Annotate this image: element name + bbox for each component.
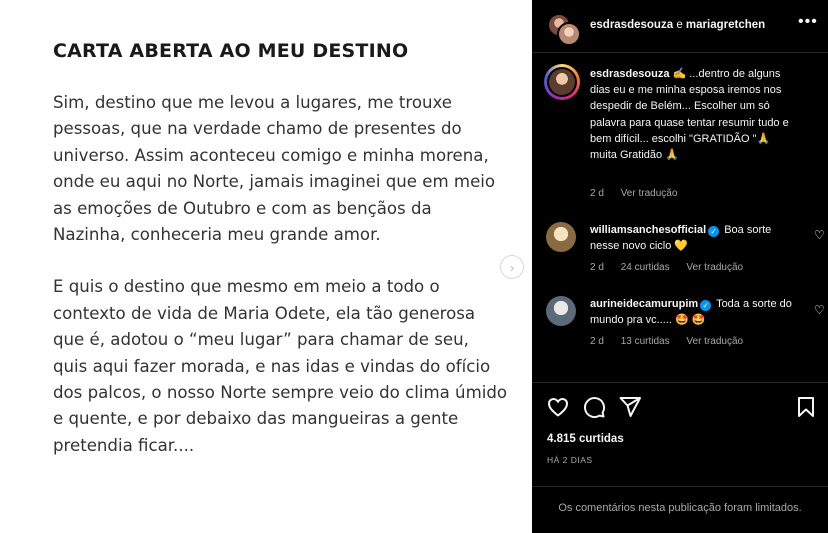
- timestamp: 2 d: [590, 336, 604, 347]
- heart-outline-icon: ♡: [814, 303, 825, 317]
- avatar[interactable]: [544, 64, 580, 100]
- collab-avatars[interactable]: [547, 13, 581, 46]
- post-text: Sim, destino que me levou a lugares, me …: [53, 90, 508, 485]
- comment-icon: [584, 397, 606, 419]
- more-options-button[interactable]: •••: [798, 13, 818, 31]
- send-icon: [619, 397, 641, 417]
- post-paragraph: Sim, destino que me levou a lugares, me …: [53, 93, 496, 245]
- caption-meta: 2 d Ver tradução: [590, 188, 691, 199]
- post-paragraph: E quis o destino que mesmo em meio a tod…: [53, 277, 508, 455]
- translate-link[interactable]: Ver tradução: [686, 262, 743, 273]
- post-date[interactable]: HÁ 2 DIAS: [547, 455, 593, 465]
- save-button[interactable]: [794, 395, 818, 419]
- like-comment-button[interactable]: ♡: [814, 303, 825, 317]
- timestamp: 2 d: [590, 188, 604, 199]
- username-link[interactable]: esdrasdesouza: [590, 19, 673, 31]
- verified-icon: ✓: [708, 226, 720, 237]
- more-horizontal-icon: •••: [798, 13, 818, 30]
- connector-text: e: [676, 19, 683, 31]
- likes-count[interactable]: 4.815 curtidas: [547, 433, 624, 445]
- comment-meta: 2 d 24 curtidas Ver tradução: [590, 262, 757, 273]
- comment-likes[interactable]: 24 curtidas: [621, 262, 670, 273]
- username-link[interactable]: esdrasdesouza: [590, 68, 669, 80]
- bookmark-icon: [798, 397, 814, 417]
- comment-likes[interactable]: 13 curtidas: [621, 336, 670, 347]
- next-slide-button[interactable]: ›: [500, 255, 524, 279]
- chevron-right-icon: ›: [509, 259, 515, 275]
- comments-limited-notice: Os comentários nesta publicação foram li…: [532, 486, 828, 514]
- post-image: CARTA ABERTA AO MEU DESTINO Sim, destino…: [0, 0, 532, 533]
- avatar: [557, 22, 581, 46]
- caption-text: esdrasdesouza ✍️ ...dentro de alguns dia…: [590, 66, 790, 163]
- translate-link[interactable]: Ver tradução: [621, 188, 678, 199]
- username-link[interactable]: mariagretchen: [686, 19, 765, 31]
- like-comment-button[interactable]: ♡: [814, 228, 825, 242]
- verified-icon: ✓: [700, 300, 712, 311]
- post-sidebar: esdrasdesouza e mariagretchen ••• esdras…: [532, 0, 828, 533]
- heart-outline-icon: ♡: [814, 228, 825, 242]
- avatar[interactable]: [546, 296, 576, 326]
- action-bar: 4.815 curtidas HÁ 2 DIAS Os comentários …: [532, 382, 828, 533]
- comment-meta: 2 d 13 curtidas Ver tradução: [590, 336, 757, 347]
- post-title: CARTA ABERTA AO MEU DESTINO: [53, 40, 409, 62]
- translate-link[interactable]: Ver tradução: [686, 336, 743, 347]
- timestamp: 2 d: [590, 262, 604, 273]
- comment-text: aurineidecamurupim ✓ Toda a sorte do mund…: [590, 296, 800, 328]
- avatar[interactable]: [546, 222, 576, 252]
- comment-text: williamsanchesofficial ✓ Boa sorte nesse …: [590, 222, 800, 254]
- username-link[interactable]: williamsanchesofficial: [590, 224, 706, 236]
- heart-icon: [548, 398, 568, 417]
- like-button[interactable]: [546, 395, 570, 419]
- username-link[interactable]: aurineidecamurupim: [590, 298, 698, 310]
- collab-names: esdrasdesouza e mariagretchen: [590, 19, 765, 31]
- caption-body: ✍️ ...dentro de alguns dias eu e me minh…: [590, 68, 789, 162]
- post-header: esdrasdesouza e mariagretchen •••: [532, 0, 828, 53]
- comment-button[interactable]: [582, 395, 606, 419]
- share-button[interactable]: [618, 395, 642, 419]
